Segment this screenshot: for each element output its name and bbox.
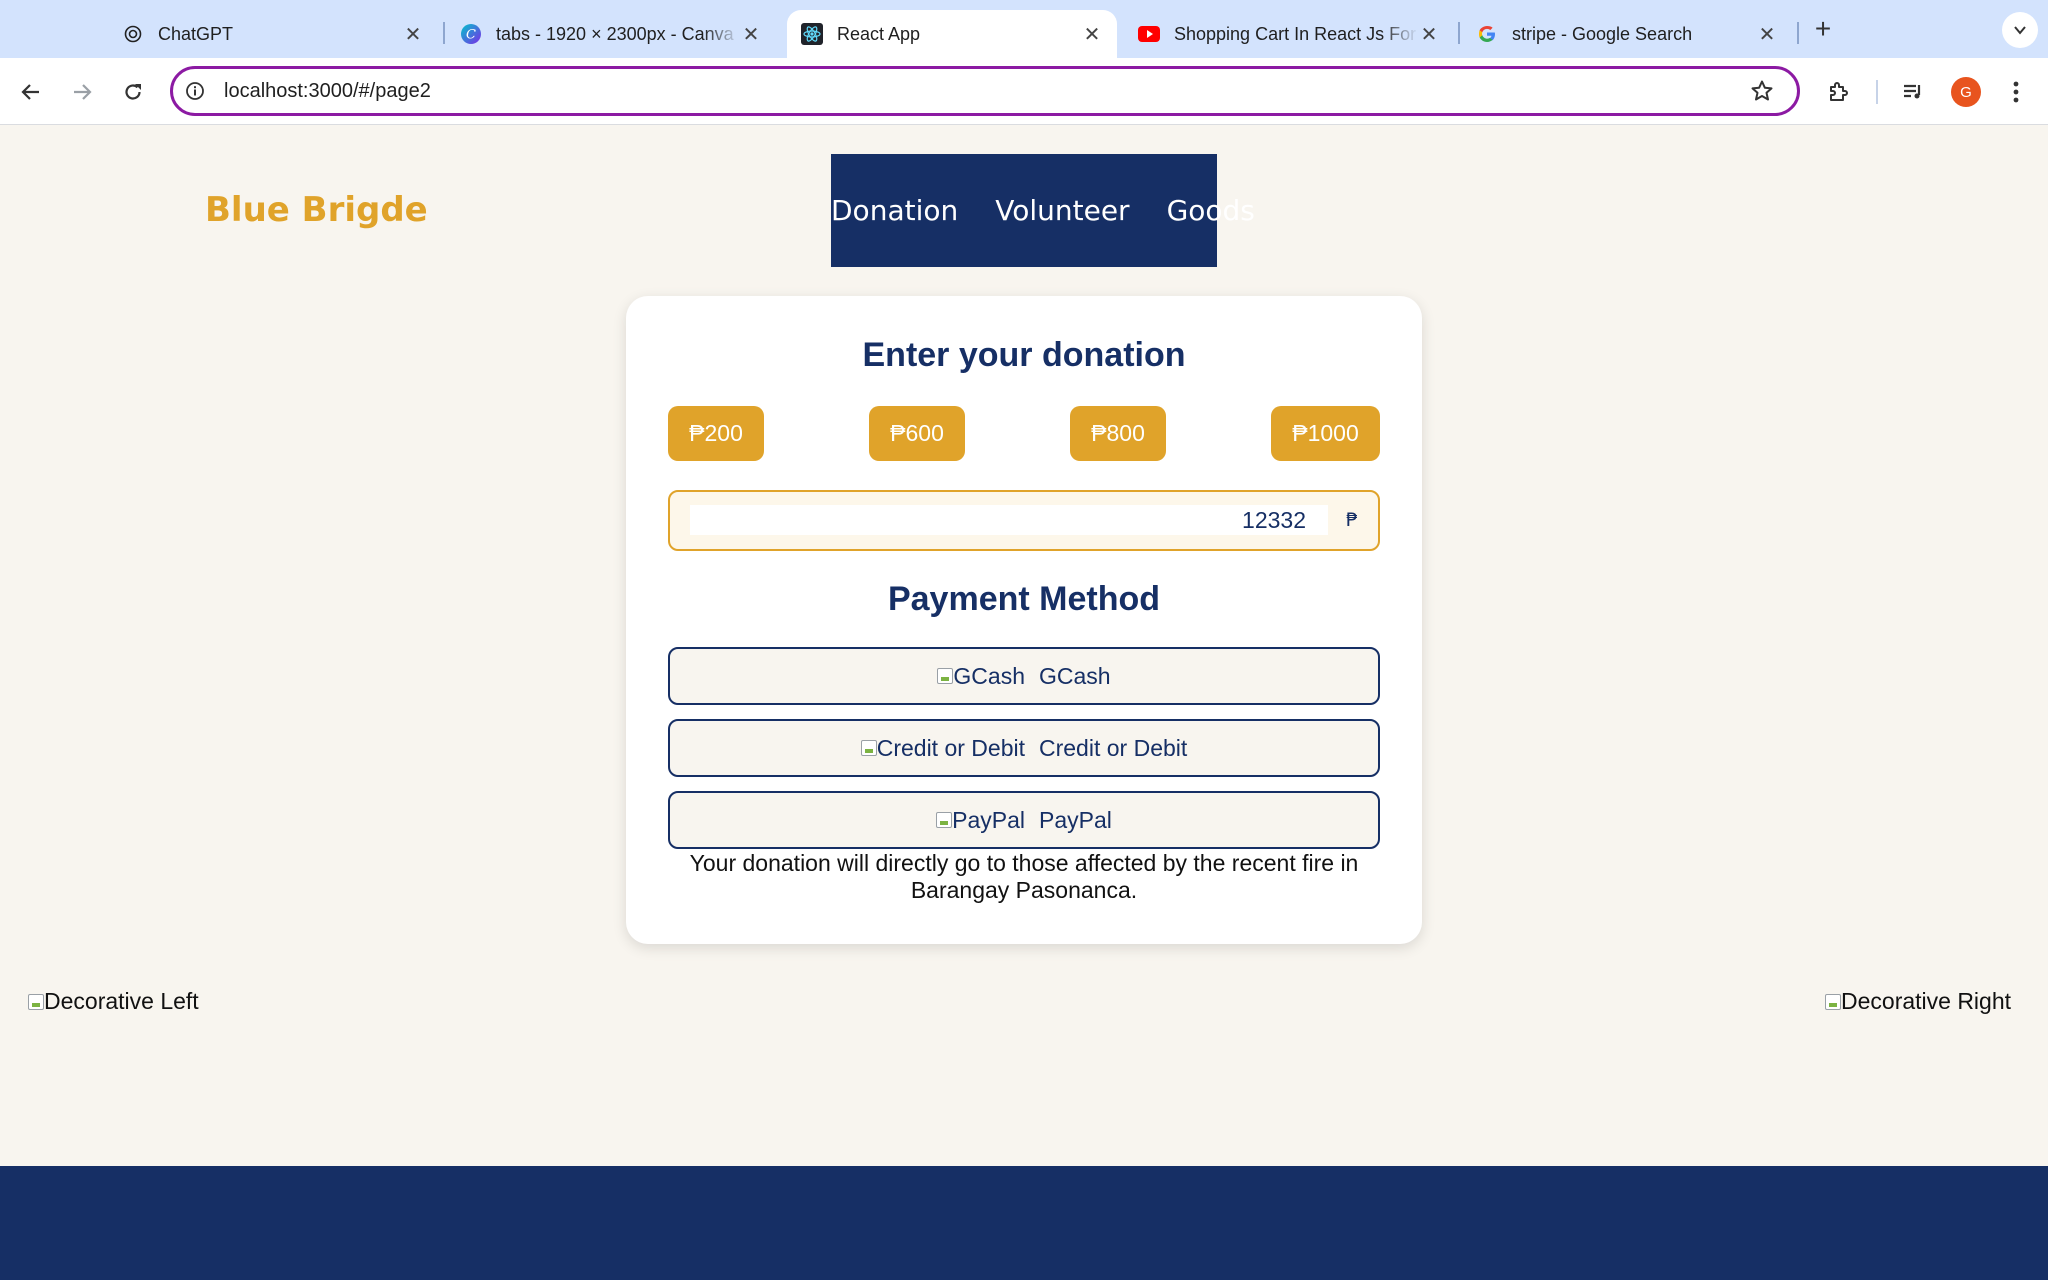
broken-image-icon [937, 668, 954, 684]
tab-title: stripe - Google Search [1512, 23, 1693, 44]
tab-title: ChatGPT [158, 23, 234, 44]
tab-divider [443, 22, 445, 44]
media-queue-icon[interactable] [1895, 74, 1931, 110]
youtube-icon [1138, 23, 1160, 45]
browser-tabstrip: ChatGPT ✕ C tabs - 1920 × 2300px - Canva… [0, 0, 2048, 58]
broken-image-icon [1825, 993, 1841, 1010]
tab-search-chevron-down-icon[interactable] [2002, 12, 2038, 48]
payment-label: PayPal [1039, 806, 1112, 833]
preset-amount-200-button[interactable]: ₱200 [668, 406, 764, 461]
preset-amount-800-button[interactable]: ₱800 [1070, 406, 1166, 461]
preset-amount-1000-button[interactable]: ₱1000 [1271, 406, 1380, 461]
tab-chatgpt[interactable]: ChatGPT ✕ [108, 10, 438, 58]
image-alt-text: Credit or Debit [876, 734, 1025, 761]
close-icon[interactable]: ✕ [1081, 23, 1103, 46]
donation-title: Enter your donation [862, 336, 1186, 374]
donation-note: Your donation will directly go to those … [689, 850, 1359, 903]
donation-card: Enter your donation ₱200 ₱600 ₱800 ₱1000… [626, 296, 1422, 944]
close-icon[interactable]: ✕ [1418, 23, 1440, 46]
react-icon [801, 23, 823, 45]
payment-label: Credit or Debit [1039, 734, 1188, 761]
url-text[interactable]: localhost:3000/#/page2 [224, 80, 431, 103]
more-vertical-icon[interactable] [1998, 74, 2034, 110]
tab-react-app[interactable]: React App ✕ [787, 10, 1117, 58]
main-nav: Donation Volunteer Goods [831, 154, 1255, 267]
bookmark-star-icon[interactable] [1749, 78, 1775, 104]
paypal-logo-broken-image-icon: PayPal [936, 807, 1025, 834]
currency-symbol: ₱ [1346, 509, 1359, 531]
broken-image-icon [860, 740, 877, 756]
new-tab-plus-icon[interactable]: + [1808, 13, 1838, 44]
decorative-left-image: Decorative Left [28, 988, 199, 1015]
image-alt-text: PayPal [952, 806, 1025, 833]
canva-icon: C [460, 23, 482, 45]
payment-label: GCash [1039, 662, 1111, 689]
card-logo-broken-image-icon: Credit or Debit [860, 734, 1025, 762]
payment-method-title: Payment Method [887, 580, 1161, 618]
reload-icon[interactable] [115, 74, 151, 110]
gcash-payment-button[interactable]: GCash GCash [668, 647, 1380, 705]
close-icon[interactable]: ✕ [740, 23, 762, 46]
amount-input[interactable] [690, 505, 1328, 535]
image-alt-text: GCash [953, 662, 1025, 689]
brand-logo-text[interactable]: Blue Brigde [205, 190, 428, 230]
broken-image-icon [936, 812, 953, 828]
google-icon [1476, 23, 1498, 45]
preset-amount-600-button[interactable]: ₱600 [869, 406, 965, 461]
gcash-logo-broken-image-icon: GCash [937, 663, 1025, 690]
amount-field-container: ₱ [668, 490, 1380, 551]
tab-divider [1797, 22, 1799, 44]
tab-title: Shopping Cart In React Js For Beginners [1174, 23, 1418, 44]
image-alt-text: Decorative Right [1841, 988, 2012, 1014]
address-bar[interactable]: localhost:3000/#/page2 [170, 66, 1800, 116]
svg-text:C: C [466, 28, 476, 43]
site-info-icon[interactable] [183, 79, 207, 103]
tab-google-search[interactable]: stripe - Google Search ✕ [1462, 10, 1792, 58]
extensions-puzzle-icon[interactable] [1820, 74, 1856, 110]
tab-title: React App [837, 23, 921, 44]
chatgpt-icon [122, 23, 144, 45]
close-icon[interactable]: ✕ [402, 23, 424, 46]
profile-avatar[interactable]: G [1951, 77, 1981, 107]
tab-divider [1458, 22, 1460, 44]
decorative-right-image: Decorative Right [1825, 988, 2011, 1015]
page-footer [0, 1166, 2048, 1280]
close-icon[interactable]: ✕ [1756, 23, 1778, 46]
nav-goods[interactable]: Goods [1167, 194, 1255, 227]
forward-arrow-icon[interactable] [64, 74, 100, 110]
browser-toolbar: localhost:3000/#/page2 G [0, 58, 2048, 125]
paypal-payment-button[interactable]: PayPal PayPal [668, 791, 1380, 849]
nav-volunteer[interactable]: Volunteer [995, 194, 1129, 227]
nav-donation[interactable]: Donation [831, 194, 958, 227]
tab-title: tabs - 1920 × 2300px - Canva [496, 23, 734, 44]
image-alt-text: Decorative Left [44, 988, 199, 1014]
toolbar-divider [1876, 80, 1878, 104]
back-arrow-icon[interactable] [13, 74, 49, 110]
broken-image-icon [28, 993, 44, 1010]
tab-youtube[interactable]: Shopping Cart In React Js For Beginners … [1124, 10, 1454, 58]
tab-canva[interactable]: C tabs - 1920 × 2300px - Canva ✕ [446, 10, 776, 58]
credit-debit-payment-button[interactable]: Credit or Debit Credit or Debit [668, 719, 1380, 777]
